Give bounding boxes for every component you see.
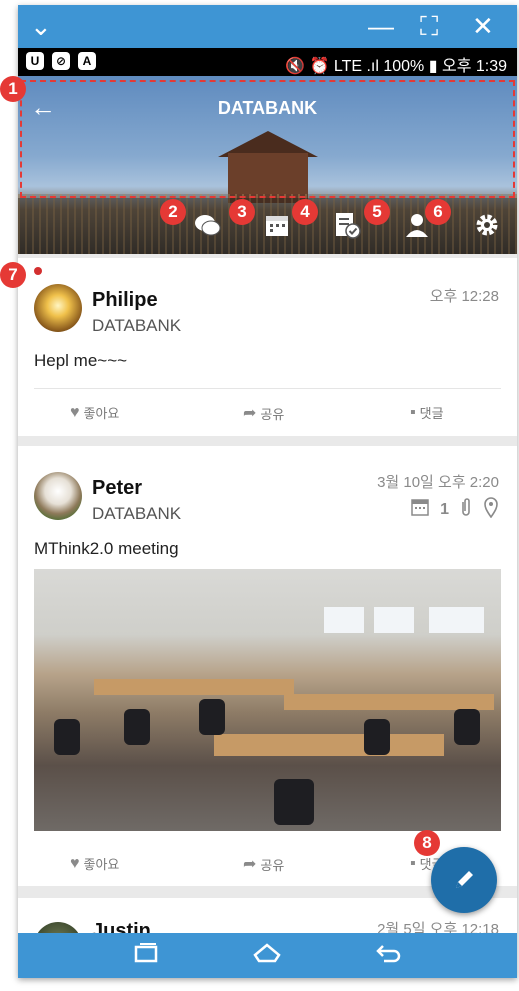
chat-icon[interactable] xyxy=(192,210,222,240)
status-right: 🔇 ⏰ LTE .ıl 100% ▮ 오후 1:39 xyxy=(285,58,507,75)
annotation-badge-7: 7 xyxy=(0,262,26,288)
calendar-icon[interactable] xyxy=(262,210,292,240)
post-card[interactable]: Peter DATABANK 3월 10일 오후 2:20 1 MThink2.… xyxy=(18,446,517,886)
office-desk xyxy=(214,734,444,756)
share-label: 공유 xyxy=(260,857,285,873)
post-card[interactable]: Philipe DATABANK 오후 12:28 Hepl me~~~ ♥ 좋아… xyxy=(18,258,517,436)
annotation-badge-4: 4 xyxy=(292,199,318,225)
annotation-badge-3: 3 xyxy=(229,199,255,225)
share-button[interactable]: ➦ 공유 xyxy=(243,403,284,423)
home-icon[interactable] xyxy=(252,939,282,974)
close-icon[interactable]: ✕ xyxy=(472,11,494,41)
avatar[interactable] xyxy=(34,472,82,520)
share-arrow-icon: ➦ xyxy=(243,405,257,422)
like-label: 좋아요 xyxy=(83,857,120,872)
post-team: DATABANK xyxy=(92,504,182,523)
avatar[interactable] xyxy=(34,284,82,332)
office-desk xyxy=(284,694,494,710)
unread-dot xyxy=(34,267,42,275)
office-chair xyxy=(54,719,80,755)
collapse-icon[interactable]: ⌄ xyxy=(30,11,52,41)
group-header: ← DATABANK xyxy=(18,76,517,254)
annotation-badge-8: 8 xyxy=(414,830,440,856)
task-check-icon[interactable] xyxy=(332,210,362,240)
comment-icon: ▪ xyxy=(410,403,416,421)
annotation-badge-1: 1 xyxy=(0,76,26,102)
pencil-icon xyxy=(456,871,473,888)
paperclip-icon[interactable] xyxy=(459,496,473,523)
like-label: 좋아요 xyxy=(83,406,120,421)
post-time: 3월 10일 오후 2:20 xyxy=(377,474,499,491)
share-arrow-icon: ➦ xyxy=(243,856,257,873)
minimize-icon[interactable]: — xyxy=(368,11,394,41)
post-author[interactable]: Peter xyxy=(92,477,142,500)
android-nav-bar xyxy=(18,933,517,978)
comment-icon: ▪ xyxy=(410,854,416,872)
recent-apps-icon[interactable] xyxy=(132,939,160,974)
app-notification-icon: U xyxy=(26,52,44,70)
office-chair xyxy=(124,709,150,745)
calendar-icon[interactable] xyxy=(410,497,430,522)
comment-label: 댓글 xyxy=(419,406,444,421)
compose-fab-button[interactable] xyxy=(431,847,497,913)
office-window xyxy=(429,607,484,633)
post-time: 오후 12:28 xyxy=(429,288,499,305)
annotation-badge-6: 6 xyxy=(425,199,451,225)
post-text: MThink2.0 meeting xyxy=(34,539,179,558)
post-text: Hepl me~~~ xyxy=(34,351,128,370)
post-author[interactable]: Philipe xyxy=(92,289,158,312)
post-team: DATABANK xyxy=(92,316,182,335)
window-titlebar: ⌄ — ⛶ ✕ xyxy=(18,5,517,48)
heart-icon: ♥ xyxy=(70,403,80,421)
attachment-count: 1 xyxy=(440,500,449,518)
office-chair xyxy=(274,779,314,825)
comment-button[interactable]: ▪ 댓글 xyxy=(410,403,444,422)
location-pin-icon[interactable] xyxy=(483,496,499,523)
app-window: ⌄ — ⛶ ✕ U ⊘ A 🔇 ⏰ LTE .ıl 100% ▮ 오후 1:39… xyxy=(18,5,517,978)
office-chair xyxy=(454,709,480,745)
divider xyxy=(34,388,501,389)
post-photo[interactable] xyxy=(34,569,501,831)
annotation-badge-2: 2 xyxy=(160,199,186,225)
back-nav-icon[interactable] xyxy=(374,939,404,974)
like-button[interactable]: ♥ 좋아요 xyxy=(70,854,119,873)
heart-icon: ♥ xyxy=(70,854,80,872)
post-meta: 1 xyxy=(410,496,499,523)
android-status-bar: U ⊘ A 🔇 ⏰ LTE .ıl 100% ▮ 오후 1:39 xyxy=(18,48,517,76)
annotation-badge-5: 5 xyxy=(364,199,390,225)
office-chair xyxy=(199,699,225,735)
gear-icon[interactable] xyxy=(472,210,502,240)
office-window xyxy=(374,607,414,633)
office-desk xyxy=(94,679,294,695)
page-title: DATABANK xyxy=(217,98,318,118)
fullscreen-icon[interactable]: ⛶ xyxy=(420,11,438,41)
office-chair xyxy=(364,719,390,755)
share-label: 공유 xyxy=(260,406,285,422)
office-window xyxy=(324,607,364,633)
blocked-notification-icon: ⊘ xyxy=(52,52,70,70)
a-notification-icon: A xyxy=(78,52,96,70)
like-button[interactable]: ♥ 좋아요 xyxy=(70,403,119,422)
share-button[interactable]: ➦ 공유 xyxy=(243,854,284,874)
